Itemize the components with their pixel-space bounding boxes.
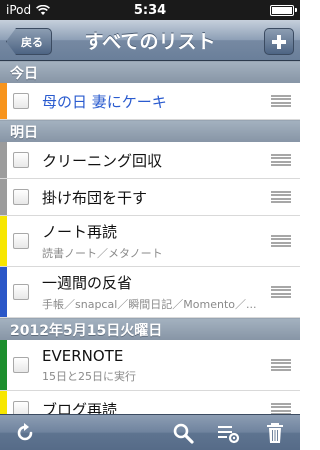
trash-icon bbox=[267, 422, 283, 443]
task-note: 15日と25日に実行 bbox=[42, 369, 136, 383]
list-settings-icon bbox=[218, 425, 240, 443]
task-title: 一週間の反省 bbox=[42, 274, 133, 292]
reorder-handle-icon[interactable] bbox=[271, 403, 291, 414]
reorder-handle-icon[interactable] bbox=[271, 235, 291, 247]
reorder-handle-icon[interactable] bbox=[271, 286, 291, 298]
task-row[interactable]: 母の日 妻にケーキ bbox=[0, 83, 300, 120]
task-row[interactable]: 掛け布団を干す bbox=[0, 179, 300, 216]
delete-button[interactable] bbox=[260, 419, 290, 447]
search-icon bbox=[173, 423, 194, 444]
task-row[interactable]: ブログ再読 bbox=[0, 391, 300, 414]
task-row[interactable]: EVERNOTE 15日と25日に実行 bbox=[0, 340, 300, 391]
task-note: 読書ノート／メタノート bbox=[42, 247, 163, 260]
task-checkbox[interactable] bbox=[13, 357, 29, 373]
task-note: 手帳／snapcal／瞬間日記／Momento／... bbox=[42, 298, 257, 311]
task-list[interactable]: 今日母の日 妻にケーキ明日クリーニング回収 掛け布団を干す ノート再読読書ノート／メ… bbox=[0, 61, 300, 414]
add-button[interactable] bbox=[264, 28, 294, 55]
task-row[interactable]: クリーニング回収 bbox=[0, 142, 300, 179]
refresh-icon bbox=[17, 422, 33, 440]
carrier-label: iPod bbox=[6, 3, 32, 17]
task-checkbox[interactable] bbox=[13, 93, 29, 109]
section-header: 今日 bbox=[0, 61, 300, 83]
reorder-handle-icon[interactable] bbox=[271, 191, 291, 203]
plus-icon bbox=[272, 34, 286, 49]
search-button[interactable] bbox=[168, 419, 198, 447]
page-title: すべてのリスト bbox=[84, 30, 216, 53]
color-stripe bbox=[0, 216, 7, 266]
back-button-label: 戻る bbox=[21, 35, 43, 49]
task-checkbox[interactable] bbox=[13, 152, 29, 168]
color-stripe bbox=[0, 340, 7, 390]
task-checkbox[interactable] bbox=[13, 233, 29, 249]
section-header: 2012年5月15日火曜日 bbox=[0, 318, 300, 340]
wifi-icon bbox=[36, 4, 51, 15]
color-stripe bbox=[0, 83, 7, 119]
reorder-handle-icon[interactable] bbox=[271, 95, 291, 107]
task-checkbox[interactable] bbox=[13, 189, 29, 205]
color-stripe bbox=[0, 142, 7, 178]
task-title: ノート再読 bbox=[42, 223, 118, 241]
reorder-handle-icon[interactable] bbox=[271, 359, 291, 371]
section-header: 明日 bbox=[0, 120, 300, 142]
refresh-button[interactable] bbox=[10, 419, 40, 447]
color-stripe bbox=[0, 267, 7, 317]
battery-icon bbox=[270, 4, 297, 16]
list-settings-button[interactable] bbox=[214, 419, 244, 447]
task-title: クリーニング回収 bbox=[42, 151, 163, 170]
status-bar: iPod 5:34 bbox=[0, 0, 300, 20]
task-title: 掛け布団を干す bbox=[42, 188, 148, 207]
task-checkbox[interactable] bbox=[13, 401, 29, 414]
reorder-handle-icon[interactable] bbox=[271, 154, 291, 166]
bottom-toolbar bbox=[0, 414, 300, 450]
back-button[interactable]: 戻る bbox=[6, 28, 52, 55]
task-title: 母の日 妻にケーキ bbox=[42, 92, 167, 111]
task-checkbox[interactable] bbox=[13, 284, 29, 300]
navigation-bar: 戻る すべてのリスト bbox=[0, 20, 300, 61]
task-title: ブログ再読 bbox=[42, 400, 118, 415]
color-stripe bbox=[0, 391, 7, 414]
task-row[interactable]: 一週間の反省手帳／snapcal／瞬間日記／Momento／... bbox=[0, 267, 300, 318]
color-stripe bbox=[0, 179, 7, 215]
task-title: EVERNOTE bbox=[42, 346, 124, 365]
task-row[interactable]: ノート再読読書ノート／メタノート bbox=[0, 216, 300, 267]
